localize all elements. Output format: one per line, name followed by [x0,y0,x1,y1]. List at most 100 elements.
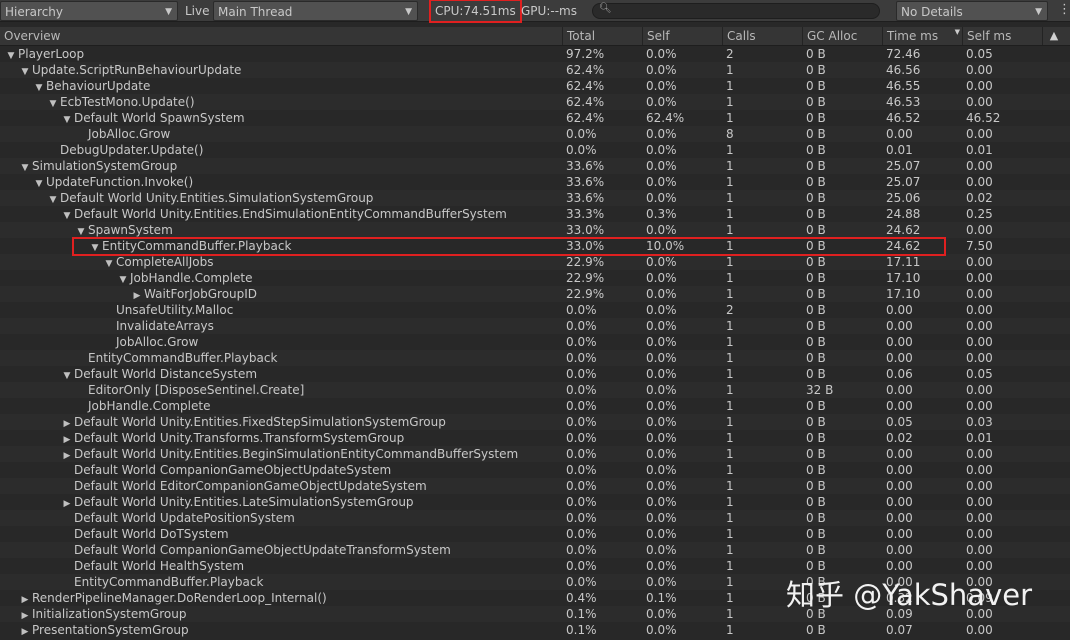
view-mode-dropdown[interactable]: Hierarchy ▼ [0,1,178,21]
table-row[interactable]: ▼ EntityCommandBuffer.Playback 33.0% 10.0% 1… [0,238,1070,254]
row-selfms-cell: 0.00 [966,495,993,509]
row-time-cell: 0.06 [886,367,913,381]
table-row[interactable]: JobHandle.Complete 0.0% 0.0% 1 0 B 0.00 0.00 [0,398,1070,414]
row-total-cell: 97.2% [566,47,605,61]
column-overview[interactable]: Overview [0,27,562,45]
table-row[interactable]: ▶ Default World Unity.Entities.BeginSimul… [0,446,1070,462]
table-row[interactable]: EditorOnly [DisposeSentinel.Create] 0.0% 0… [0,382,1070,398]
thread-dropdown[interactable]: Main Thread ▼ [213,1,418,21]
table-row[interactable]: ▶ WaitForJobGroupID 22.9% 0.0% 1 0 B 17.10 0.00 [0,286,1070,302]
row-time-cell: 0.00 [886,383,913,397]
table-row[interactable]: Default World HealthSystem 0.0% 0.0% 1 0 B 0.… [0,558,1070,574]
row-self-cell: 0.0% [646,127,677,141]
table-row[interactable]: ▼ PlayerLoop 97.2% 0.0% 2 0 B 72.46 0.05 [0,46,1070,62]
row-gc-cell: 0 B [806,319,826,333]
row-calls-cell: 1 [726,495,734,509]
table-row[interactable]: ▼ JobHandle.Complete 22.9% 0.0% 1 0 B 17.10 0.0… [0,270,1070,286]
table-row[interactable]: DebugUpdater.Update() 0.0% 0.0% 1 0 B 0.01 0.0… [0,142,1070,158]
row-gc-cell: 0 B [806,415,826,429]
table-row[interactable]: ▼ BehaviourUpdate 62.4% 0.0% 1 0 B 46.55 0.00 [0,78,1070,94]
table-row[interactable]: Default World EditorCompanionGameObjectU… [0,478,1070,494]
table-row[interactable]: Default World CompanionGameObjectUpdateS… [0,462,1070,478]
table-row[interactable]: ▶ PresentationSystemGroup 0.1% 0.0% 1 0 B 0.07… [0,622,1070,638]
row-total-cell: 0.0% [566,319,597,333]
row-gc-cell: 0 B [806,351,826,365]
row-time-cell: 46.53 [886,95,921,109]
table-row[interactable]: ▼ Default World Unity.Entities.EndSimulat… [0,206,1070,222]
row-time-cell: 0.07 [886,623,913,637]
row-gc-cell: 0 B [806,447,826,461]
row-gc-cell: 0 B [806,159,826,173]
cpu-time-label: CPU:74.51ms [429,0,522,23]
row-total-cell: 0.0% [566,383,597,397]
table-row[interactable]: JobAlloc.Grow 0.0% 0.0% 8 0 B 0.00 0.00 [0,126,1070,142]
table-row[interactable]: Default World UpdatePositionSystem 0.0% 0.… [0,510,1070,526]
row-time-cell: 46.52 [886,111,921,125]
search-input[interactable]: 🔍︎ [592,3,880,19]
table-row[interactable]: ▼ EcbTestMono.Update() 62.4% 0.0% 1 0 B 46.53 0… [0,94,1070,110]
row-gc-cell: 0 B [806,623,826,637]
table-row[interactable]: ▼ Default World SpawnSystem 62.4% 62.4% 1 0 B… [0,110,1070,126]
row-selfms-cell: 46.52 [966,111,1001,125]
table-row[interactable]: ▼ Default World Unity.Entities.Simulation… [0,190,1070,206]
row-name-cell: Default World DoTSystem [60,526,229,542]
row-gc-cell: 0 B [806,495,826,509]
table-row[interactable]: ▶ Default World Unity.Entities.FixedStepS… [0,414,1070,430]
live-toggle[interactable]: Live [185,1,211,21]
row-name-cell: Default World CompanionGameObjectUpdateT… [60,542,451,558]
row-total-cell: 0.0% [566,463,597,477]
table-row[interactable]: Default World CompanionGameObjectUpdateT… [0,542,1070,558]
column-calls[interactable]: Calls [722,27,802,45]
row-time-cell: 0.05 [886,415,913,429]
column-gc-alloc[interactable]: GC Alloc [802,27,882,45]
row-time-cell: 0.00 [886,495,913,509]
table-row[interactable]: ▼ SpawnSystem 33.0% 0.0% 1 0 B 24.62 0.00 [0,222,1070,238]
row-name-cell: ▼ EntityCommandBuffer.Playback [88,238,292,254]
profiler-toolbar: Hierarchy ▼ Live Main Thread ▼ CPU:74.51… [0,0,1070,23]
row-selfms-cell: 0.02 [966,191,993,205]
row-name-cell: UnsafeUtility.Malloc [102,302,233,318]
table-row[interactable]: JobAlloc.Grow 0.0% 0.0% 1 0 B 0.00 0.00 [0,334,1070,350]
row-self-cell: 0.0% [646,63,677,77]
row-selfms-cell: 0.05 [966,367,993,381]
row-time-cell: 17.10 [886,287,921,301]
row-total-cell: 62.4% [566,111,605,125]
row-total-cell: 0.0% [566,143,597,157]
row-label: Default World DistanceSystem [74,367,258,381]
row-gc-cell: 0 B [806,543,826,557]
table-row[interactable]: ▼ Default World DistanceSystem 0.0% 0.0% 1 0 … [0,366,1070,382]
row-total-cell: 0.4% [566,591,597,605]
search-icon: 🔍︎ [599,3,612,14]
column-total[interactable]: Total [562,27,642,45]
table-row[interactable]: ▼ Update.ScriptRunBehaviourUpdate 62.4% 0.0… [0,62,1070,78]
collapsed-arrow-icon[interactable]: ▶ [18,624,32,640]
row-calls-cell: 1 [726,111,734,125]
collapse-up-icon[interactable]: ▲ [1042,27,1065,45]
row-label: CompleteAllJobs [116,255,214,269]
table-row[interactable]: EntityCommandBuffer.Playback 0.0% 0.0% 1 0 B… [0,350,1070,366]
row-total-cell: 22.9% [566,287,605,301]
row-label: Default World HealthSystem [74,559,245,573]
table-row[interactable]: ▼ UpdateFunction.Invoke() 33.6% 0.0% 1 0 B 25.… [0,174,1070,190]
row-name-cell: ▼ SpawnSystem [74,222,173,238]
row-selfms-cell: 0.00 [966,543,993,557]
table-row[interactable]: InvalidateArrays 0.0% 0.0% 1 0 B 0.00 0.00 [0,318,1070,334]
details-dropdown[interactable]: No Details ▼ [896,1,1048,21]
row-total-cell: 0.0% [566,431,597,445]
row-self-cell: 0.0% [646,399,677,413]
table-row[interactable]: ▶ Default World Unity.Transforms.Transfor… [0,430,1070,446]
row-self-cell: 0.0% [646,47,677,61]
row-gc-cell: 0 B [806,63,826,77]
table-row[interactable]: ▶ Default World Unity.Entities.LateSimula… [0,494,1070,510]
table-row[interactable]: UnsafeUtility.Malloc 0.0% 0.0% 2 0 B 0.00 0.00 [0,302,1070,318]
column-self-ms[interactable]: Self ms [962,27,1042,45]
column-self[interactable]: Self [642,27,722,45]
row-selfms-cell: 0.00 [966,175,993,189]
row-name-cell: ▶ Default World Unity.Entities.LateSimula… [60,494,414,510]
column-time-ms[interactable]: Time ms ▼ [882,27,962,45]
more-options-icon[interactable]: ⋮ [1058,1,1070,21]
table-row[interactable]: Default World DoTSystem 0.0% 0.0% 1 0 B 0.00 0… [0,526,1070,542]
table-row[interactable]: ▼ CompleteAllJobs 22.9% 0.0% 1 0 B 17.11 0.00 [0,254,1070,270]
row-label: JobAlloc.Grow [116,335,199,349]
table-row[interactable]: ▼ SimulationSystemGroup 33.6% 0.0% 1 0 B 25.07… [0,158,1070,174]
